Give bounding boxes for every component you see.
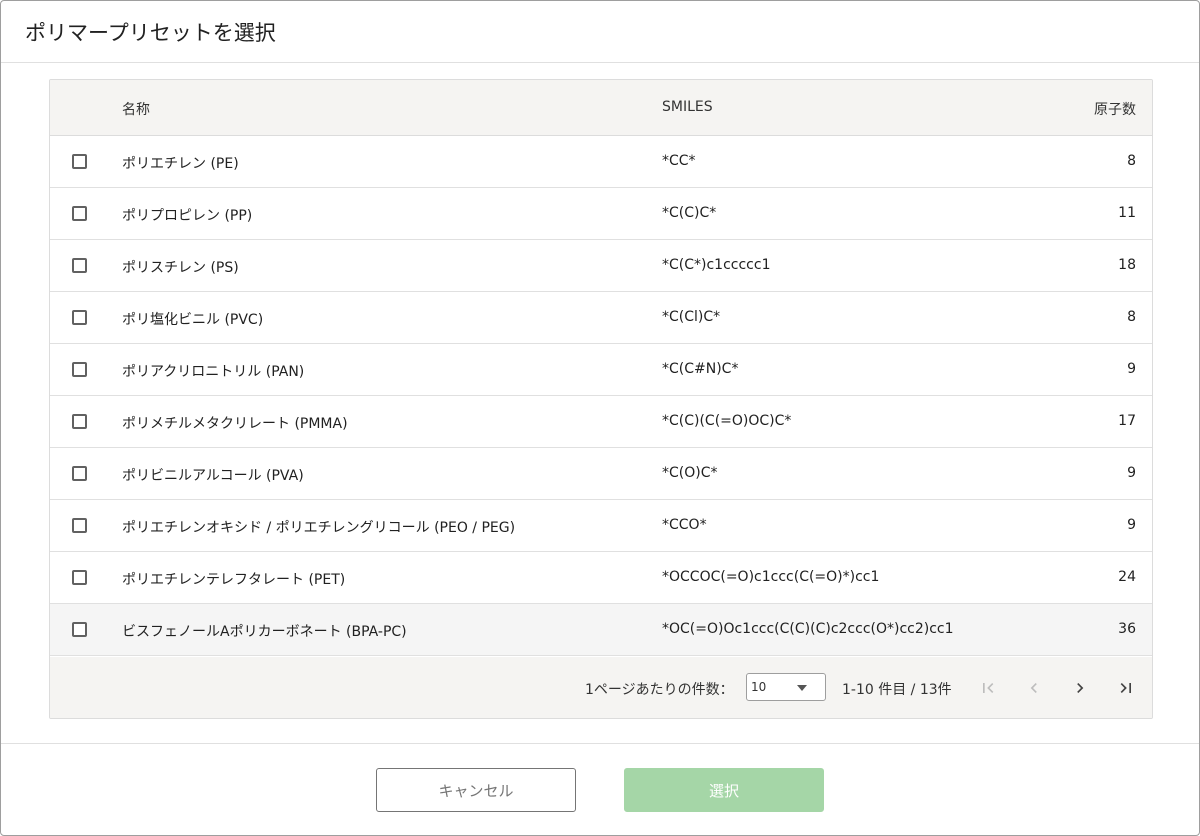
column-header-smiles[interactable]: SMILES <box>662 99 713 115</box>
row-checkbox[interactable] <box>72 362 87 377</box>
first-page-icon <box>983 683 994 693</box>
table-row[interactable]: ポリビニルアルコール (PVA) *C(O)C* 9 <box>50 448 1152 500</box>
polymer-smiles: *OCCOC(=O)c1ccc(C(=O)*)cc1 <box>662 569 880 585</box>
table-row[interactable]: ビスフェノールAポリカーボネート (BPA-PC) *OC(=O)Oc1ccc(… <box>50 604 1152 656</box>
caret-down-icon <box>797 685 807 691</box>
row-checkbox[interactable] <box>72 414 87 429</box>
table-header: 名称 SMILES 原子数 <box>50 80 1152 136</box>
row-checkbox[interactable] <box>72 206 87 221</box>
polymer-atom-count: 9 <box>1127 517 1136 533</box>
polymer-atom-count: 8 <box>1127 309 1136 325</box>
row-checkbox[interactable] <box>72 466 87 481</box>
table-pagination: 1ページあたりの件数： 10 1-10 件目 / 13件 <box>50 657 1152 718</box>
polymer-atom-count: 8 <box>1127 153 1136 169</box>
polymer-smiles: *C(C#N)C* <box>662 361 739 377</box>
next-page-button[interactable] <box>1063 671 1097 705</box>
row-checkbox[interactable] <box>72 258 87 273</box>
rows-per-page-label: 1ページあたりの件数： <box>585 682 734 698</box>
polymer-atom-count: 17 <box>1118 413 1136 429</box>
table-row[interactable]: ポリエチレンオキシド / ポリエチレングリコール (PEO / PEG) *CC… <box>50 500 1152 552</box>
polymer-atom-count: 36 <box>1118 621 1136 637</box>
table-row[interactable]: ポリ塩化ビニル (PVC) *C(Cl)C* 8 <box>50 292 1152 344</box>
row-checkbox[interactable] <box>72 518 87 533</box>
polymer-smiles: *C(C)(C(=O)OC)C* <box>662 413 792 429</box>
polymer-name: ポリエチレンテレフタレート (PET) <box>122 572 346 588</box>
row-checkbox[interactable] <box>72 570 87 585</box>
row-checkbox[interactable] <box>72 154 87 169</box>
table-row[interactable]: ポリエチレンテレフタレート (PET) *OCCOC(=O)c1ccc(C(=O… <box>50 552 1152 604</box>
table-row[interactable]: ポリメチルメタクリレート (PMMA) *C(C)(C(=O)OC)C* 17 <box>50 396 1152 448</box>
polymer-name: ビスフェノールAポリカーボネート (BPA-PC) <box>122 624 407 640</box>
polymer-name: ポリメチルメタクリレート (PMMA) <box>122 416 348 432</box>
table-row[interactable]: ポリスチレン (PS) *C(C*)c1ccccc1 18 <box>50 240 1152 292</box>
polymer-smiles: *C(C)C* <box>662 205 717 221</box>
column-header-name[interactable]: 名称 <box>122 99 150 119</box>
polymer-atom-count: 24 <box>1118 569 1136 585</box>
polymer-name: ポリ塩化ビニル (PVC) <box>122 312 264 328</box>
polymer-atom-count: 9 <box>1127 465 1136 481</box>
preset-table: 名称 SMILES 原子数 ポリエチレン (PE) *CC* 8 ポリプロピレン… <box>49 79 1153 719</box>
next-page-icon <box>1077 683 1084 693</box>
polymer-smiles: *C(Cl)C* <box>662 309 721 325</box>
row-checkbox[interactable] <box>72 310 87 325</box>
polymer-name: ポリプロピレン (PP) <box>122 208 253 224</box>
prev-page-icon <box>1030 683 1037 693</box>
preset-dialog: ポリマープリセットを選択 名称 SMILES 原子数 ポリエチレン (PE) *… <box>0 0 1200 836</box>
polymer-name: ポリエチレンオキシド / ポリエチレングリコール (PEO / PEG) <box>122 520 516 536</box>
polymer-smiles: *OC(=O)Oc1ccc(C(C)(C)c2ccc(O*)cc2)cc1 <box>662 621 954 637</box>
polymer-smiles: *CC* <box>662 153 696 169</box>
pagination-range: 1-10 件目 / 13件 <box>842 682 952 698</box>
dialog-header: ポリマープリセットを選択 <box>1 1 1199 63</box>
polymer-name: ポリビニルアルコール (PVA) <box>122 468 304 484</box>
polymer-atom-count: 9 <box>1127 361 1136 377</box>
cancel-button[interactable]: キャンセル <box>376 768 576 812</box>
column-header-atoms[interactable]: 原子数 <box>1094 99 1136 119</box>
table-row[interactable]: ポリプロピレン (PP) *C(C)C* 11 <box>50 188 1152 240</box>
last-page-icon <box>1120 683 1131 693</box>
rows-per-page-value: 10 <box>751 680 767 694</box>
select-button[interactable]: 選択 <box>624 768 824 812</box>
polymer-smiles: *C(O)C* <box>662 465 718 481</box>
first-page-button[interactable] <box>971 671 1005 705</box>
table-row[interactable]: ポリエチレン (PE) *CC* 8 <box>50 136 1152 188</box>
polymer-smiles: *CCO* <box>662 517 707 533</box>
polymer-name: ポリスチレン (PS) <box>122 260 239 276</box>
dialog-title: ポリマープリセットを選択 <box>25 21 276 45</box>
polymer-atom-count: 18 <box>1118 257 1136 273</box>
row-checkbox[interactable] <box>72 622 87 637</box>
rows-per-page-select[interactable]: 10 <box>746 673 826 701</box>
polymer-atom-count: 11 <box>1118 205 1136 221</box>
table-row[interactable]: ポリアクリロニトリル (PAN) *C(C#N)C* 9 <box>50 344 1152 396</box>
dialog-actions: キャンセル 選択 <box>1 743 1199 835</box>
last-page-button[interactable] <box>1109 671 1143 705</box>
polymer-smiles: *C(C*)c1ccccc1 <box>662 257 771 273</box>
prev-page-button[interactable] <box>1017 671 1051 705</box>
polymer-name: ポリアクリロニトリル (PAN) <box>122 364 305 380</box>
table-body: ポリエチレン (PE) *CC* 8 ポリプロピレン (PP) *C(C)C* … <box>50 136 1152 656</box>
polymer-name: ポリエチレン (PE) <box>122 156 239 172</box>
